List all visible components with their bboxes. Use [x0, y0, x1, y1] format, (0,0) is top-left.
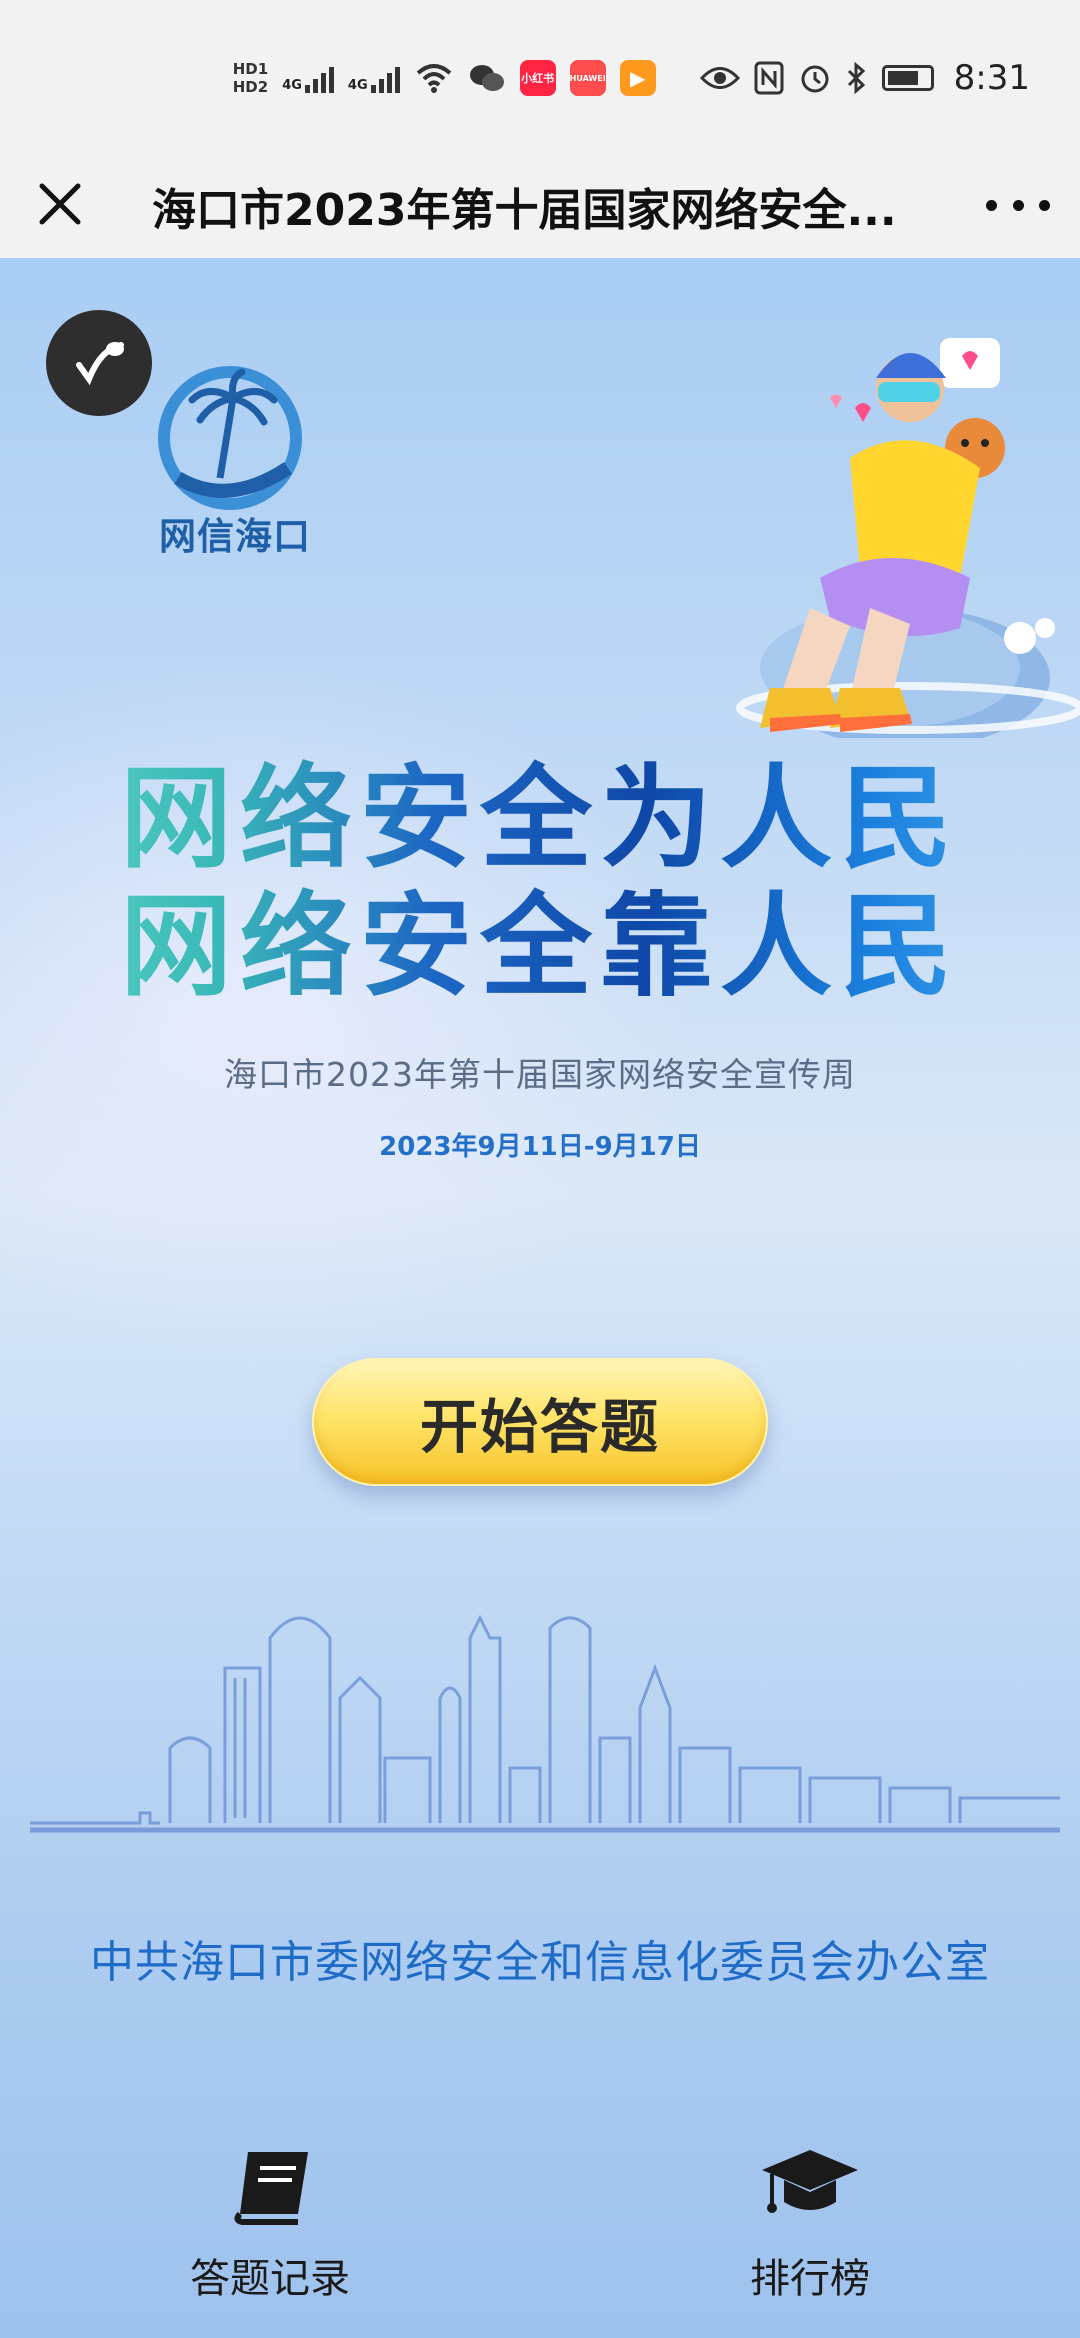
wechat-icon: [469, 65, 504, 91]
book-icon: [234, 2152, 308, 2225]
signal-1-label: 4G: [282, 78, 302, 93]
battery-icon: [881, 65, 934, 91]
headline-line-2: 网络安全靠人民: [0, 856, 1080, 1018]
organizer-name: 中共海口市委网络安全和信息化委员会办公室: [90, 1937, 990, 1988]
signal-2-icon: 4G: [348, 63, 400, 93]
leaderboard-tab[interactable]: 排行榜: [660, 2138, 960, 2338]
page-title: 海口市2023年第十届国家网络安全...: [152, 185, 897, 236]
quiz-records-tab[interactable]: 答题记录: [120, 2138, 420, 2338]
media-app-icon: ▶: [619, 60, 656, 96]
hd1-label: HD1: [232, 60, 269, 78]
quiz-landing-page: 网信海口 网络安全为人民 网络安全靠人民 海口市2023年第十届国家网络安全宣传…: [0, 258, 1080, 2338]
music-toggle-button[interactable]: [46, 310, 152, 416]
nav-bar: 海口市2023年第十届国家网络安全...: [0, 150, 1080, 258]
status-bar: HD1 HD2 4G 4G 小红书 HUAWEI ▶ 8:31: [0, 0, 1080, 150]
clock-time: 8:31: [953, 58, 1030, 98]
event-subtitle: 海口市2023年第十届国家网络安全宣传周: [224, 1055, 856, 1094]
leaderboard-label: 排行榜: [750, 2256, 870, 2302]
quiz-records-label: 答题记录: [190, 2256, 350, 2302]
close-icon[interactable]: [28, 172, 92, 236]
city-skyline-illustration: [30, 1614, 1060, 1833]
more-menu-button[interactable]: [986, 180, 1050, 230]
wifi-icon: [416, 64, 451, 93]
hd-indicator: HD1 HD2: [233, 60, 268, 96]
music-note-icon: [76, 342, 124, 386]
mascot-illustration: [736, 338, 1080, 738]
graduation-cap-icon: [762, 2150, 858, 2213]
hd2-label: HD2: [232, 78, 269, 96]
wangxin-haikou-logo: [158, 366, 302, 510]
start-quiz-button[interactable]: 开始答题: [312, 1358, 768, 1486]
bottom-navigation: 答题记录 排行榜: [0, 2138, 1080, 2338]
xiaohongshu-icon: 小红书: [519, 60, 556, 96]
signal-1-icon: 4G: [282, 63, 334, 93]
signal-2-label: 4G: [347, 78, 368, 93]
more-dot-icon: [986, 199, 997, 211]
huawei-app-icon: HUAWEI: [570, 60, 606, 96]
logo-text: 网信海口: [159, 515, 311, 558]
more-dot-icon: [1039, 199, 1050, 211]
nfc-icon: [754, 61, 784, 95]
eye-icon: [699, 67, 740, 89]
event-date: 2023年9月11日-9月17日: [379, 1132, 701, 1162]
more-dot-icon: [1012, 199, 1024, 211]
bluetooth-icon: [847, 61, 865, 95]
alarm-icon: [801, 65, 829, 93]
